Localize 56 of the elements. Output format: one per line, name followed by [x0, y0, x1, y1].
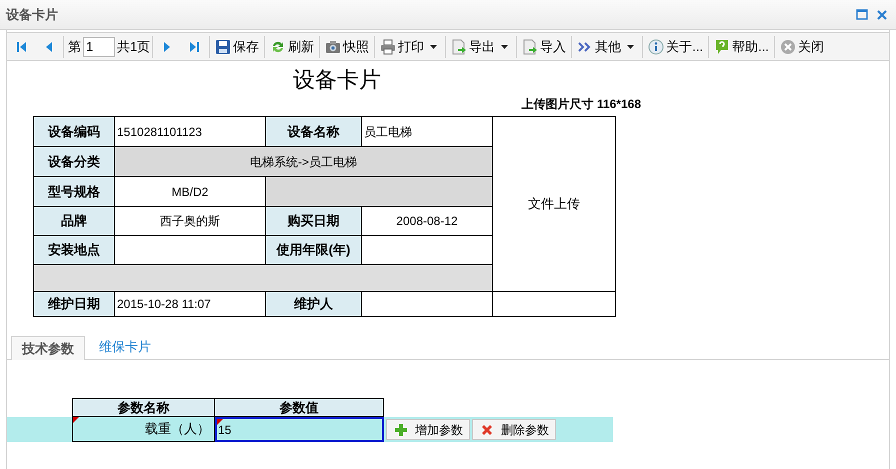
printer-icon — [380, 38, 396, 54]
document-arrow-icon — [451, 38, 468, 54]
field-label: 维护人 — [294, 296, 333, 312]
field-label: 安装地点 — [48, 242, 100, 258]
field-value: 1510281101123 — [117, 124, 202, 138]
field-value: 西子奥的斯 — [160, 214, 220, 228]
toolbar-button[interactable]: 关于... — [645, 34, 706, 58]
skip-arrow-icon — [17, 40, 27, 52]
help-icon — [714, 38, 730, 54]
column-header: 参数值 — [215, 398, 384, 417]
column-header: 参数名称 — [72, 398, 215, 417]
field-value: MB/D2 — [172, 184, 208, 198]
tab[interactable]: 技术参数 — [11, 336, 85, 360]
field-label: 品牌 — [61, 213, 87, 228]
param-name-cell: 载重（人） — [72, 417, 215, 442]
field-value: 2008-08-12 — [396, 214, 458, 228]
field-label: 购买日期 — [288, 213, 340, 228]
toolbar-button[interactable]: 刷新 — [267, 34, 318, 58]
skip-arrow-icon — [189, 40, 200, 52]
field-value: 员工电梯 — [364, 124, 412, 138]
field-label: 维护日期 — [48, 296, 100, 312]
toolbar-button[interactable]: 打印 — [377, 34, 444, 58]
toolbar-button[interactable]: 导出 — [448, 34, 514, 58]
modified-marker — [217, 419, 223, 425]
field-label: 设备编码 — [48, 124, 100, 139]
toolbar-button[interactable]: 导入 — [519, 34, 570, 58]
field-value: 2015-10-28 11:07 — [117, 297, 211, 311]
card-title: 设备卡片 — [292, 67, 382, 93]
maximize-button[interactable] — [856, 8, 870, 22]
toolbar-button[interactable]: 快照 — [322, 34, 372, 58]
field-value: 电梯系统->员工电梯 — [250, 154, 357, 168]
toolbar-button[interactable]: 关闭 — [776, 34, 827, 58]
document-arrow-icon — [522, 38, 538, 54]
toolbar-button[interactable]: 保存 — [212, 34, 262, 58]
upload-size-note: 上传图片尺寸 116*168 — [522, 96, 641, 113]
param-action-button[interactable]: 增加参数 — [386, 419, 470, 440]
camera-icon — [325, 38, 342, 54]
page-count: 共1页 — [117, 38, 150, 56]
tab[interactable]: 维保卡片 — [85, 335, 165, 359]
window-title: 设备卡片 — [6, 6, 58, 24]
info-icon — [648, 38, 664, 54]
close-button[interactable] — [876, 8, 890, 22]
param-action-button[interactable]: 删除参数 — [472, 419, 556, 440]
field-label: 型号规格 — [48, 184, 100, 199]
param-row[interactable]: 载重（人） 15 增加参数 删除参数 — [7, 417, 613, 442]
plus-icon — [393, 422, 409, 438]
param-value-field[interactable]: 15 — [215, 417, 384, 442]
toolbar-button[interactable]: 其他 — [574, 34, 640, 58]
close-icon — [780, 38, 796, 54]
field-label: 设备名称 — [288, 124, 340, 139]
field-label: 使用年限(年) — [276, 242, 350, 258]
page-field[interactable]: 1 — [83, 36, 115, 56]
toolbar-button[interactable]: 帮助... — [711, 34, 772, 58]
field-label: 设备分类 — [48, 154, 100, 169]
page-prefix: 第 — [68, 38, 81, 56]
file-upload-link[interactable]: 文件上传 — [528, 196, 580, 212]
